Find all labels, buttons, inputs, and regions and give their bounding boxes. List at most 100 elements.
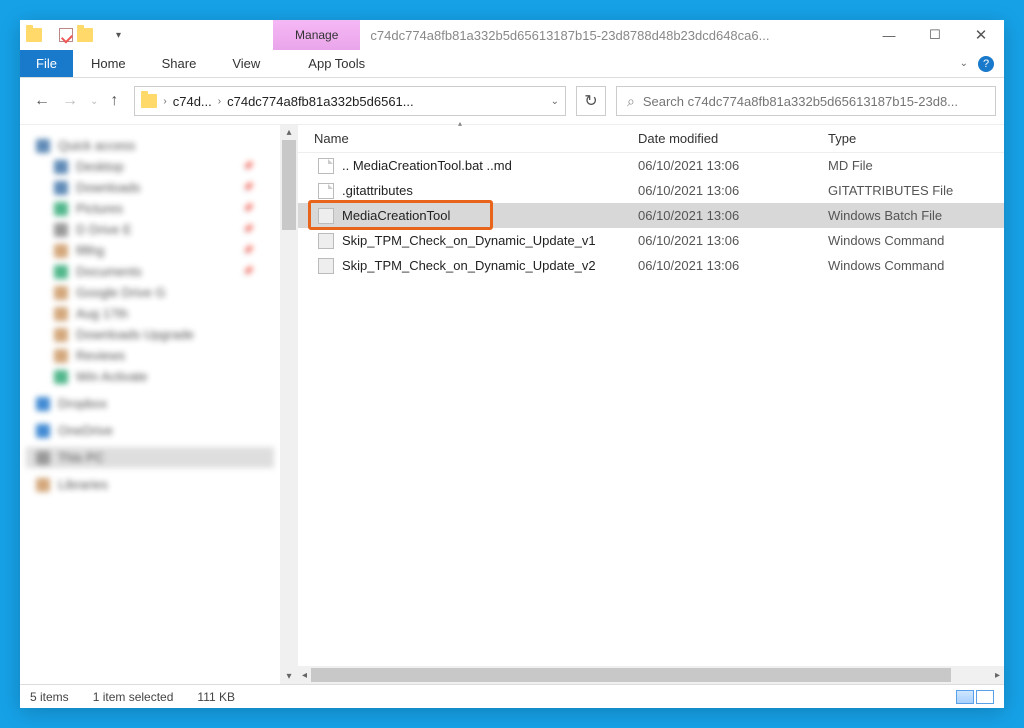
sidebar-item[interactable]: Aug 17th bbox=[26, 303, 274, 324]
pin-icon: 📌 bbox=[243, 203, 254, 214]
file-name: .gitattributes bbox=[342, 183, 413, 198]
file-row[interactable]: .. MediaCreationTool.bat ..md06/10/2021 … bbox=[298, 153, 1004, 178]
folder-icon bbox=[54, 286, 68, 300]
breadcrumb-segment[interactable]: c74dc774a8fb81a332b5d6561... bbox=[227, 94, 414, 109]
manage-context-tab[interactable]: Manage bbox=[273, 20, 360, 50]
chevron-right-icon[interactable]: › bbox=[218, 96, 221, 107]
share-tab[interactable]: Share bbox=[144, 50, 215, 77]
sidebar-item[interactable]: This PC bbox=[26, 447, 274, 468]
file-tab[interactable]: File bbox=[20, 50, 73, 77]
sidebar-item[interactable]: Desktop📌 bbox=[26, 156, 274, 177]
folder-icon bbox=[54, 349, 68, 363]
scroll-up-icon[interactable]: ▴ bbox=[286, 127, 291, 138]
chevron-right-icon[interactable]: › bbox=[163, 96, 166, 107]
details-view-button[interactable] bbox=[956, 690, 974, 704]
sidebar-item[interactable]: OneDrive bbox=[26, 420, 274, 441]
search-icon: ⌕ bbox=[627, 93, 635, 110]
sidebar-item[interactable]: Quick access bbox=[26, 135, 274, 156]
file-icon bbox=[318, 183, 334, 199]
scroll-left-icon[interactable]: ◂ bbox=[298, 670, 311, 681]
folder-icon bbox=[54, 265, 68, 279]
file-date: 06/10/2021 13:06 bbox=[638, 158, 828, 173]
sidebar-item[interactable]: Documents📌 bbox=[26, 261, 274, 282]
home-tab[interactable]: Home bbox=[73, 50, 144, 77]
column-header-date[interactable]: Date modified bbox=[638, 131, 828, 146]
search-input[interactable] bbox=[643, 94, 985, 109]
horizontal-scrollbar[interactable]: ◂ ▸ bbox=[298, 666, 1004, 684]
view-mode-toggle bbox=[956, 690, 994, 704]
file-list[interactable]: .. MediaCreationTool.bat ..md06/10/2021 … bbox=[298, 153, 1004, 666]
scroll-down-icon[interactable]: ▾ bbox=[286, 671, 291, 682]
sidebar-item[interactable]: Google Drive G bbox=[26, 282, 274, 303]
column-header-type[interactable]: Type bbox=[828, 131, 1004, 146]
sidebar-item[interactable]: Reviews bbox=[26, 345, 274, 366]
pin-icon: 📌 bbox=[243, 224, 254, 235]
scrollbar-thumb[interactable] bbox=[282, 140, 296, 230]
file-icon bbox=[318, 208, 334, 224]
large-icons-view-button[interactable] bbox=[976, 690, 994, 704]
sidebar-item[interactable]: Downloads Upgrade bbox=[26, 324, 274, 345]
minimize-button[interactable]: — bbox=[866, 20, 912, 50]
navigation-pane[interactable]: Quick accessDesktop📌Downloads📌Pictures📌D… bbox=[20, 125, 280, 684]
new-folder-icon[interactable] bbox=[77, 28, 93, 42]
properties-icon[interactable] bbox=[59, 28, 73, 42]
file-row[interactable]: Skip_TPM_Check_on_Dynamic_Update_v2 06/10… bbox=[298, 253, 1004, 278]
file-date: 06/10/2021 13:06 bbox=[638, 258, 828, 273]
folder-icon bbox=[36, 451, 50, 465]
sidebar-item-label: D Drive E bbox=[76, 222, 132, 237]
sidebar-item-label: Win Activate bbox=[76, 369, 148, 384]
sidebar-item[interactable]: Libraries bbox=[26, 474, 274, 495]
sidebar-item-label: Downloads Upgrade bbox=[76, 327, 194, 342]
file-date: 06/10/2021 13:06 bbox=[638, 233, 828, 248]
breadcrumb-segment[interactable]: c74d... bbox=[173, 94, 212, 109]
address-bar[interactable]: › c74d... › c74dc774a8fb81a332b5d6561...… bbox=[134, 86, 566, 116]
sidebar-item-label: This PC bbox=[58, 450, 104, 465]
folder-icon bbox=[54, 370, 68, 384]
sidebar-item[interactable]: fifthg📌 bbox=[26, 240, 274, 261]
up-button[interactable]: ↑ bbox=[110, 92, 118, 110]
sidebar-item[interactable]: D Drive E 📌 bbox=[26, 219, 274, 240]
sidebar-item[interactable]: Downloads📌 bbox=[26, 177, 274, 198]
status-bar: 5 items 1 item selected 111 KB bbox=[20, 684, 1004, 708]
search-box[interactable]: ⌕ bbox=[616, 86, 996, 116]
app-tools-tab[interactable]: App Tools bbox=[290, 50, 383, 77]
sidebar-item[interactable]: Dropbox bbox=[26, 393, 274, 414]
file-row[interactable]: MediaCreationTool06/10/2021 13:06Windows… bbox=[298, 203, 1004, 228]
file-icon bbox=[318, 258, 334, 274]
folder-icon bbox=[54, 202, 68, 216]
maximize-button[interactable]: ☐ bbox=[912, 20, 958, 50]
qat-dropdown-icon[interactable]: ▾ bbox=[110, 30, 127, 41]
forward-button[interactable]: → bbox=[62, 92, 78, 110]
scrollbar-thumb[interactable] bbox=[311, 668, 951, 682]
sidebar-item[interactable]: Win Activate bbox=[26, 366, 274, 387]
sort-indicator-icon: ▴ bbox=[458, 119, 462, 127]
file-row[interactable]: Skip_TPM_Check_on_Dynamic_Update_v106/10… bbox=[298, 228, 1004, 253]
view-tab[interactable]: View bbox=[214, 50, 278, 77]
address-dropdown-icon[interactable]: ⌄ bbox=[551, 96, 559, 107]
sidebar-item[interactable]: Pictures📌 bbox=[26, 198, 274, 219]
sidebar-item-label: Documents bbox=[76, 264, 142, 279]
refresh-button[interactable]: ↻ bbox=[576, 86, 606, 116]
sidebar-item-label: Downloads bbox=[76, 180, 140, 195]
scroll-right-icon[interactable]: ▸ bbox=[991, 670, 1004, 681]
close-button[interactable]: ✕ bbox=[958, 20, 1004, 50]
help-icon[interactable]: ? bbox=[978, 56, 994, 72]
ribbon-expand-icon[interactable]: ⌄ bbox=[960, 58, 968, 69]
file-name: MediaCreationTool bbox=[342, 208, 450, 223]
column-header-name[interactable]: Name bbox=[298, 131, 638, 146]
sidebar-scrollbar[interactable]: ▴ ▾ bbox=[280, 125, 298, 684]
history-dropdown-icon[interactable]: ⌄ bbox=[90, 96, 98, 107]
file-type: Windows Batch File bbox=[828, 208, 1004, 223]
file-name: Skip_TPM_Check_on_Dynamic_Update_v2 bbox=[342, 258, 596, 273]
folder-icon bbox=[54, 181, 68, 195]
back-button[interactable]: ← bbox=[34, 92, 50, 110]
sidebar-item-label: Google Drive G bbox=[76, 285, 166, 300]
file-row[interactable]: .gitattributes06/10/2021 13:06GITATTRIBU… bbox=[298, 178, 1004, 203]
quick-access-toolbar: ▾ bbox=[20, 20, 133, 50]
folder-icon bbox=[26, 28, 42, 42]
file-list-pane: ▴ Name Date modified Type .. MediaCreati… bbox=[298, 125, 1004, 684]
window-title: c74dc774a8fb81a332b5d65613187b15-23d8788… bbox=[360, 20, 866, 50]
status-item-count: 5 items bbox=[30, 690, 69, 704]
ribbon-tabs: File Home Share View App Tools ⌄ ? bbox=[20, 50, 1004, 78]
sidebar-item-label: Quick access bbox=[58, 138, 135, 153]
